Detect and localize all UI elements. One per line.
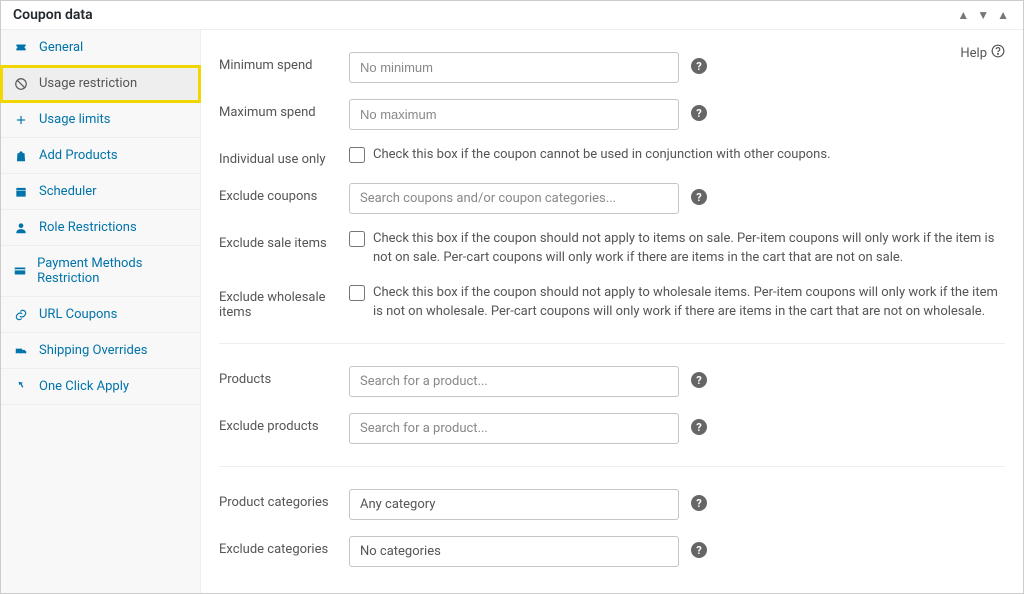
panel-move-up-icon[interactable]: ▲: [955, 8, 971, 22]
sidebar-item-label: General: [39, 40, 83, 55]
label-exclude-categories: Exclude categories: [219, 536, 349, 557]
card-icon: [13, 264, 27, 278]
sidebar-item-scheduler[interactable]: Scheduler: [1, 174, 200, 210]
panel-collapse-icon[interactable]: ▲: [995, 8, 1011, 22]
bag-icon: [13, 149, 29, 163]
sidebar-item-shipping-overrides[interactable]: Shipping Overrides: [1, 333, 200, 369]
divider: [219, 466, 1005, 467]
label-exclude-wholesale: Exclude wholesale items: [219, 284, 349, 320]
label-exclude-sale: Exclude sale items: [219, 230, 349, 251]
sidebar-item-general[interactable]: General: [1, 30, 200, 66]
sidebar-item-label: Usage restriction: [39, 76, 137, 91]
sidebar-item-usage-restriction[interactable]: Usage restriction: [1, 66, 200, 102]
exclude-wholesale-description: Check this box if the coupon should not …: [373, 284, 1005, 322]
sidebar-item-label: One Click Apply: [39, 379, 129, 394]
label-exclude-coupons: Exclude coupons: [219, 183, 349, 204]
help-tip-icon[interactable]: ?: [691, 419, 707, 435]
help-tip-icon[interactable]: ?: [691, 542, 707, 558]
label-product-categories: Product categories: [219, 489, 349, 510]
sidebar-item-label: Payment Methods Restriction: [37, 256, 188, 286]
link-icon: [13, 308, 29, 322]
user-icon: [13, 221, 29, 235]
sidebar-item-add-products[interactable]: Add Products: [1, 138, 200, 174]
ticket-icon: [13, 41, 29, 55]
label-individual-use: Individual use only: [219, 146, 349, 167]
ban-icon: [13, 77, 29, 91]
exclude-wholesale-checkbox[interactable]: [349, 285, 365, 301]
label-exclude-products: Exclude products: [219, 413, 349, 434]
calendar-icon: [13, 185, 29, 199]
products-input[interactable]: Search for a product...: [349, 366, 679, 397]
exclude-sale-checkbox[interactable]: [349, 231, 365, 247]
help-tip-icon[interactable]: ?: [691, 372, 707, 388]
sidebar-item-label: Usage limits: [39, 112, 110, 127]
sidebar-item-label: URL Coupons: [39, 307, 117, 322]
individual-use-description: Check this box if the coupon cannot be u…: [373, 146, 831, 165]
exclude-coupons-input[interactable]: Search coupons and/or coupon categories.…: [349, 183, 679, 214]
label-max-spend: Maximum spend: [219, 99, 349, 120]
sidebar: General Usage restriction Usage limits A…: [1, 30, 201, 593]
sidebar-item-one-click-apply[interactable]: One Click Apply: [1, 369, 200, 405]
product-categories-input[interactable]: Any category: [349, 489, 679, 520]
sidebar-item-label: Add Products: [39, 148, 118, 163]
sidebar-item-payment-methods[interactable]: Payment Methods Restriction: [1, 246, 200, 297]
help-tip-icon[interactable]: ?: [691, 495, 707, 511]
label-products: Products: [219, 366, 349, 387]
help-icon: [991, 44, 1005, 62]
truck-icon: [13, 344, 29, 358]
individual-use-checkbox[interactable]: [349, 147, 365, 163]
help-tip-icon[interactable]: ?: [691, 189, 707, 205]
click-icon: [13, 380, 29, 394]
sidebar-item-label: Scheduler: [39, 184, 97, 199]
sidebar-item-label: Role Restrictions: [39, 220, 137, 235]
help-tip-icon[interactable]: ?: [691, 105, 707, 121]
plus-icon: [13, 113, 29, 127]
help-tip-icon[interactable]: ?: [691, 58, 707, 74]
sidebar-item-role-restrictions[interactable]: Role Restrictions: [1, 210, 200, 246]
exclude-categories-input[interactable]: No categories: [349, 536, 679, 567]
exclude-products-input[interactable]: Search for a product...: [349, 413, 679, 444]
panel-title: Coupon data: [13, 7, 93, 23]
divider: [219, 343, 1005, 344]
panel-move-down-icon[interactable]: ▼: [975, 8, 991, 22]
help-text: Help: [960, 46, 987, 61]
label-min-spend: Minimum spend: [219, 52, 349, 73]
maximum-spend-input[interactable]: [349, 99, 679, 130]
help-link[interactable]: Help: [960, 44, 1005, 62]
sidebar-item-url-coupons[interactable]: URL Coupons: [1, 297, 200, 333]
exclude-sale-description: Check this box if the coupon should not …: [373, 230, 1005, 268]
sidebar-item-label: Shipping Overrides: [39, 343, 147, 358]
sidebar-item-usage-limits[interactable]: Usage limits: [1, 102, 200, 138]
minimum-spend-input[interactable]: [349, 52, 679, 83]
